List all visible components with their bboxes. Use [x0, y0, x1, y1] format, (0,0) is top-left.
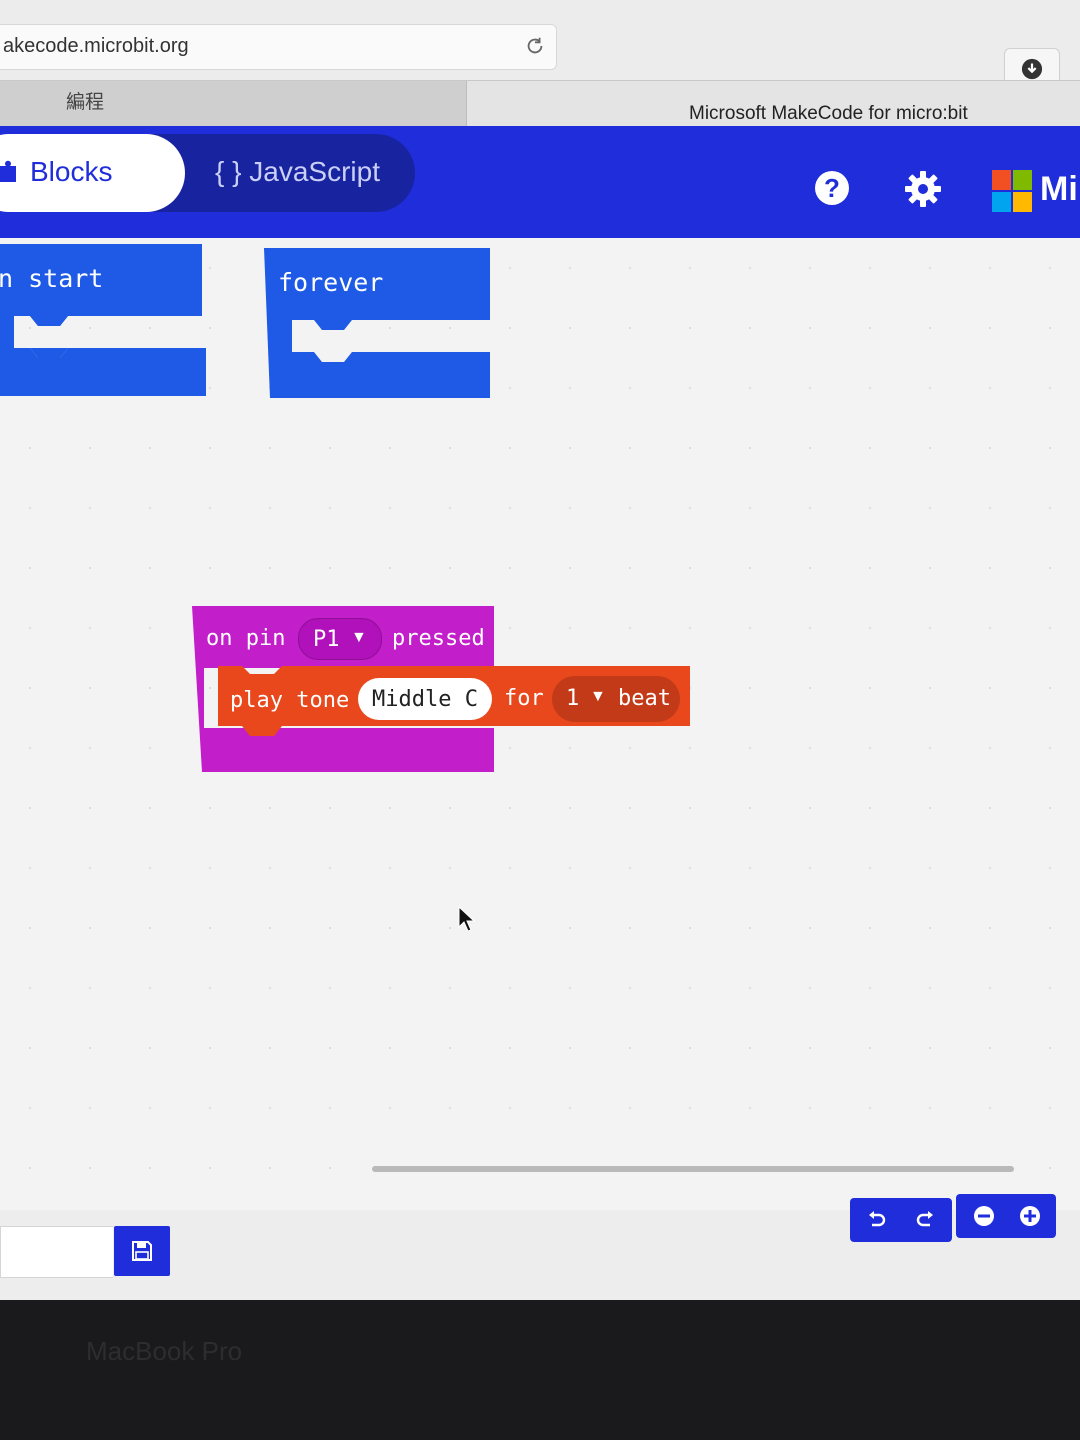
- zoom-out-icon[interactable]: [972, 1204, 996, 1228]
- mouse-cursor-icon: [458, 906, 476, 932]
- redo-icon[interactable]: [914, 1208, 938, 1232]
- browser-tab-label: 編程: [66, 92, 105, 113]
- svg-text:?: ?: [824, 173, 840, 203]
- play-tone-label: play tone: [230, 688, 350, 713]
- blocks-workspace[interactable]: n start forever on pin P1 ▼ pressed play…: [0, 238, 1080, 1228]
- microsoft-logo-icon: [992, 170, 1032, 212]
- horizontal-scrollbar[interactable]: [372, 1166, 1014, 1172]
- chevron-down-icon: ▼: [351, 629, 367, 646]
- microsoft-brand-text: Mi: [1040, 170, 1078, 208]
- note-field[interactable]: Middle C: [358, 678, 492, 720]
- pressed-label: pressed: [392, 626, 485, 651]
- makecode-header: Blocks { } JavaScript ? Mi: [0, 126, 1080, 238]
- zoom-group: [956, 1194, 1056, 1238]
- browser-tab-inactive[interactable]: 編程: [0, 81, 467, 127]
- browser-tab-active[interactable]: Microsoft MakeCode for micro:bit: [467, 81, 1080, 127]
- gear-icon[interactable]: [904, 170, 942, 208]
- editor-toggle: Blocks { } JavaScript: [0, 134, 415, 212]
- on-start-label: n start: [0, 264, 104, 293]
- floppy-disk-icon: [132, 1241, 152, 1261]
- browser-tabstrip: 編程 Microsoft MakeCode for micro:bit: [0, 80, 1080, 127]
- note-value: Middle C: [372, 687, 478, 712]
- tab-javascript[interactable]: { } JavaScript: [215, 156, 380, 188]
- tab-blocks[interactable]: Blocks: [0, 134, 185, 212]
- undo-icon[interactable]: [864, 1208, 888, 1232]
- download-icon: [1021, 58, 1043, 80]
- project-name-input[interactable]: [0, 1226, 113, 1278]
- laptop-bezel-label: MacBook Pro: [86, 1336, 243, 1366]
- save-button[interactable]: [114, 1226, 170, 1276]
- chevron-down-icon: ▼: [590, 688, 606, 705]
- puzzle-piece-icon: [0, 160, 16, 182]
- forever-label: forever: [278, 268, 384, 297]
- reload-icon[interactable]: [524, 35, 546, 57]
- help-icon[interactable]: ?: [814, 170, 850, 206]
- zoom-in-icon[interactable]: [1018, 1204, 1042, 1228]
- editor-footer: [0, 1194, 1080, 1300]
- beat-label: beat: [618, 686, 671, 711]
- beat-value: 1: [566, 686, 580, 711]
- for-label: for: [504, 686, 544, 711]
- on-pin-label: on pin: [206, 626, 286, 651]
- screen: akecode.microbit.org 編程 Microsoft MakeCo…: [0, 0, 1080, 1300]
- pin-value: P1: [313, 627, 340, 652]
- pin-dropdown[interactable]: P1 ▼: [298, 618, 382, 660]
- url-text: akecode.microbit.org: [3, 35, 189, 57]
- beat-dropdown[interactable]: 1 ▼ beat: [552, 676, 680, 722]
- undo-redo-group: [850, 1198, 952, 1242]
- browser-tab-title: Microsoft MakeCode for micro:bit: [689, 103, 968, 124]
- tab-blocks-label: Blocks: [30, 156, 113, 187]
- address-bar[interactable]: akecode.microbit.org: [0, 24, 557, 70]
